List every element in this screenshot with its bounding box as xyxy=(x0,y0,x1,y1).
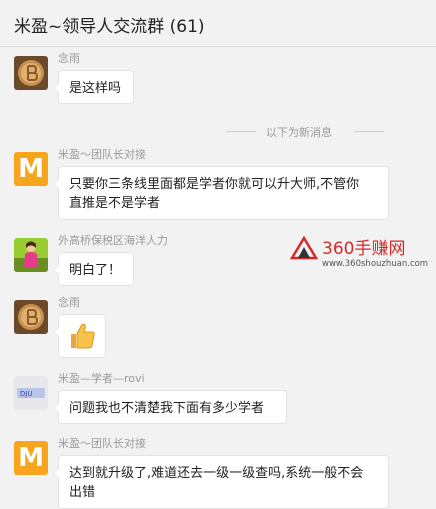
sender-name: 米盈～团队长对接 xyxy=(58,148,146,161)
divider-text: 以下为新消息 xyxy=(266,126,332,139)
message-bubble[interactable]: 问题我也不清楚我下面有多少学者 xyxy=(53,390,287,424)
message-bubble[interactable]: 达到就升级了,难道还去一级一级查吗,系统一般不会 出错 xyxy=(53,455,389,509)
watermark-url: www.360shouzhuan.com xyxy=(322,259,428,269)
message-line: 只要你三条线里面都是学者你就可以升大师,不管你 xyxy=(69,177,360,192)
person-photo-avatar-icon xyxy=(14,238,48,272)
logo-avatar-icon: DJU xyxy=(14,376,48,410)
message-bubble[interactable]: 明白了！ xyxy=(53,252,134,286)
sender-name: 念雨 xyxy=(58,52,80,65)
sender-name: 外高桥保税区海洋人力 xyxy=(58,234,168,247)
avatar[interactable] xyxy=(14,300,48,334)
sender-name: 米盈—学者—rovi xyxy=(58,372,145,385)
watermark-brand: 360手赚网 xyxy=(322,239,405,259)
m-logo-icon: M xyxy=(14,152,48,186)
message-line: 直推是不是学者 xyxy=(69,196,161,211)
chat-title: 米盈~领导人交流群 (61) xyxy=(14,17,205,37)
thumbs-up-icon xyxy=(71,323,95,349)
new-messages-divider: 以下为新消息 xyxy=(0,124,436,139)
sender-name: 念雨 xyxy=(58,296,80,309)
avatar[interactable]: DJU xyxy=(14,376,48,410)
site-watermark: 360手赚网 www.360shouzhuan.com xyxy=(288,232,428,274)
avatar[interactable] xyxy=(14,238,48,272)
coin-avatar-icon xyxy=(14,56,48,90)
avatar[interactable]: M xyxy=(14,152,48,186)
m-logo-icon: M xyxy=(14,441,48,475)
avatar-logo-text: DJU xyxy=(20,390,33,398)
message-line: 达到就升级了,难道还去一级一级查吗,系统一般不会 xyxy=(69,466,364,481)
message-bubble[interactable] xyxy=(53,314,106,358)
chat-header: 米盈~领导人交流群 (61) xyxy=(0,0,436,47)
avatar[interactable]: M xyxy=(14,441,48,475)
message-line: 出错 xyxy=(69,485,96,500)
coin-avatar-icon xyxy=(14,300,48,334)
message-bubble[interactable]: 只要你三条线里面都是学者你就可以升大师,不管你 直推是不是学者 xyxy=(53,166,389,220)
message-bubble[interactable]: 是这样吗 xyxy=(53,70,134,104)
watermark-logo-icon: 360手赚网 www.360shouzhuan.com xyxy=(289,235,428,269)
divider-line xyxy=(354,131,384,132)
avatar[interactable] xyxy=(14,56,48,90)
divider-line xyxy=(226,131,256,132)
sender-name: 米盈～团队长对接 xyxy=(58,437,146,450)
